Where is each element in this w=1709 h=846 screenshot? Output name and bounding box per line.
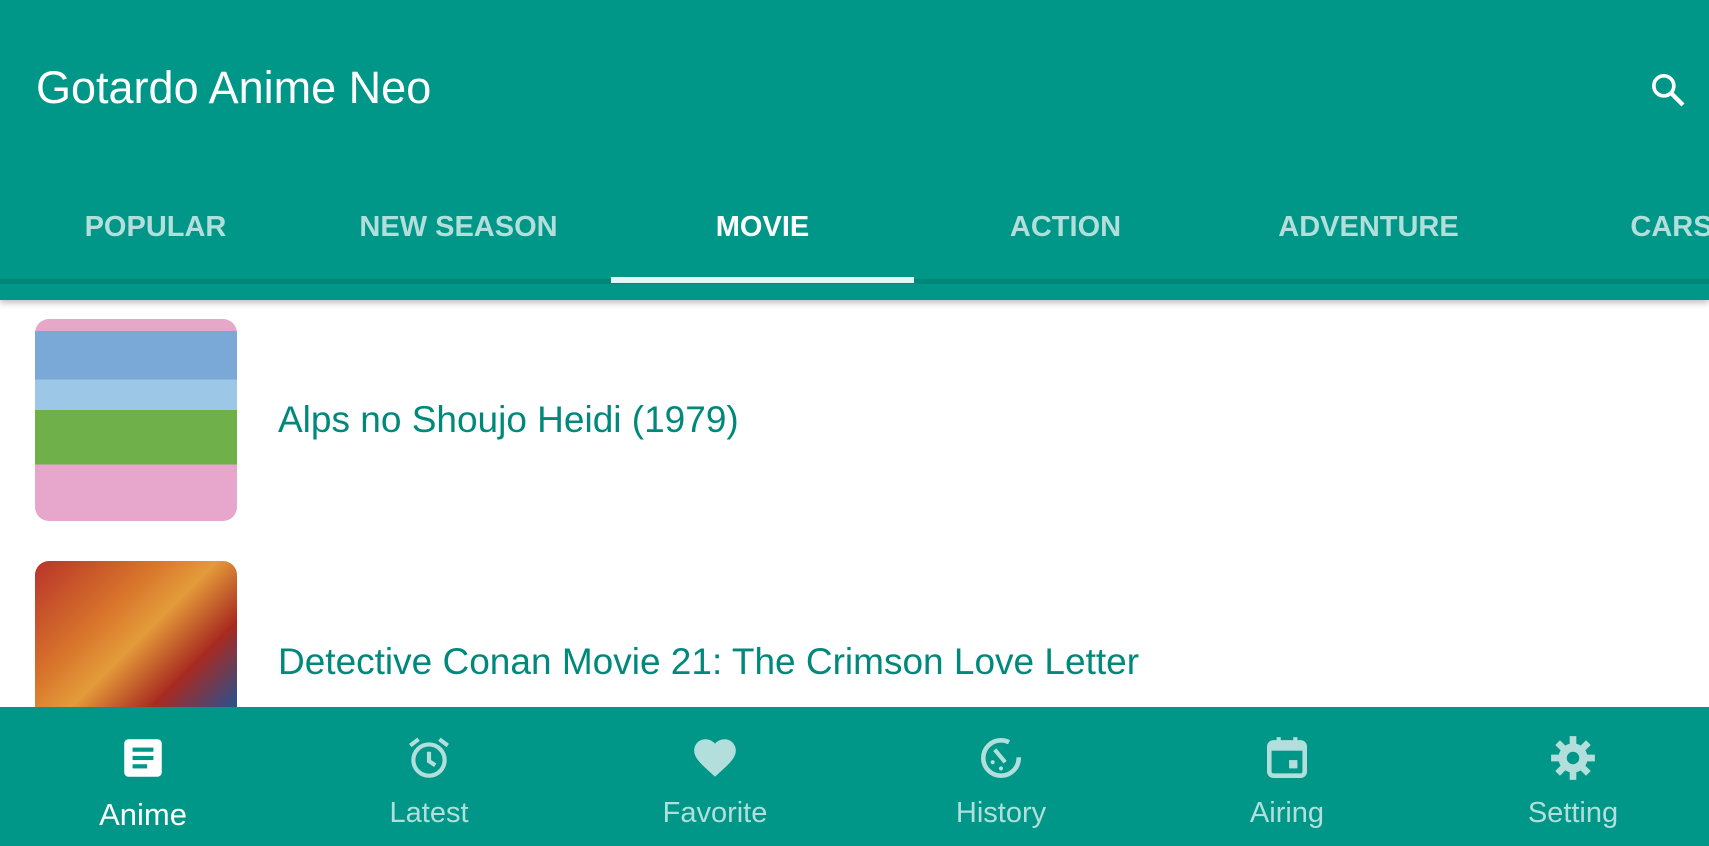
app-title: Gotardo Anime Neo bbox=[36, 62, 432, 113]
tab-movie[interactable]: MOVIE bbox=[611, 190, 914, 280]
nav-label: History bbox=[955, 797, 1047, 829]
nav-airing[interactable]: Airing bbox=[1144, 707, 1430, 846]
tab-adventure[interactable]: ADVENTURE bbox=[1217, 190, 1520, 280]
nav-label: Latest bbox=[389, 797, 469, 829]
nav-label: Favorite bbox=[662, 797, 768, 829]
anime-title: Alps no Shoujo Heidi (1979) bbox=[278, 399, 739, 440]
tab-indicator bbox=[611, 277, 914, 283]
bottom-navigation: Anime Latest Favorite History Airing Set… bbox=[0, 707, 1709, 846]
nav-setting[interactable]: Setting bbox=[1430, 707, 1709, 846]
app-bar: Gotardo Anime Neo POPULAR NEW SEASON MOV… bbox=[0, 0, 1709, 300]
search-icon[interactable] bbox=[1648, 70, 1688, 110]
poster-thumbnail bbox=[35, 319, 237, 521]
nav-label: Airing bbox=[1249, 797, 1325, 829]
nav-anime[interactable]: Anime bbox=[0, 707, 286, 846]
article-icon bbox=[124, 739, 162, 777]
history-icon bbox=[981, 738, 1021, 778]
nav-label: Anime bbox=[99, 797, 187, 832]
gear-icon bbox=[1551, 736, 1595, 780]
heart-icon bbox=[694, 739, 736, 777]
nav-favorite[interactable]: Favorite bbox=[572, 707, 858, 846]
tab-popular[interactable]: POPULAR bbox=[4, 190, 307, 280]
anime-title: Detective Conan Movie 21: The Crimson Lo… bbox=[278, 641, 1140, 682]
category-tabs: POPULAR NEW SEASON MOVIE ACTION ADVENTUR… bbox=[0, 190, 1709, 280]
nav-label: Setting bbox=[1527, 797, 1619, 829]
tab-cars[interactable]: CARS bbox=[1520, 190, 1709, 280]
tab-action[interactable]: ACTION bbox=[914, 190, 1217, 280]
list-item[interactable]: Alps no Shoujo Heidi (1979) bbox=[0, 319, 1709, 561]
alarm-clock-icon bbox=[409, 737, 449, 778]
nav-latest[interactable]: Latest bbox=[286, 707, 572, 846]
calendar-icon bbox=[1267, 737, 1307, 778]
nav-history[interactable]: History bbox=[858, 707, 1144, 846]
tab-new-season[interactable]: NEW SEASON bbox=[307, 190, 610, 280]
